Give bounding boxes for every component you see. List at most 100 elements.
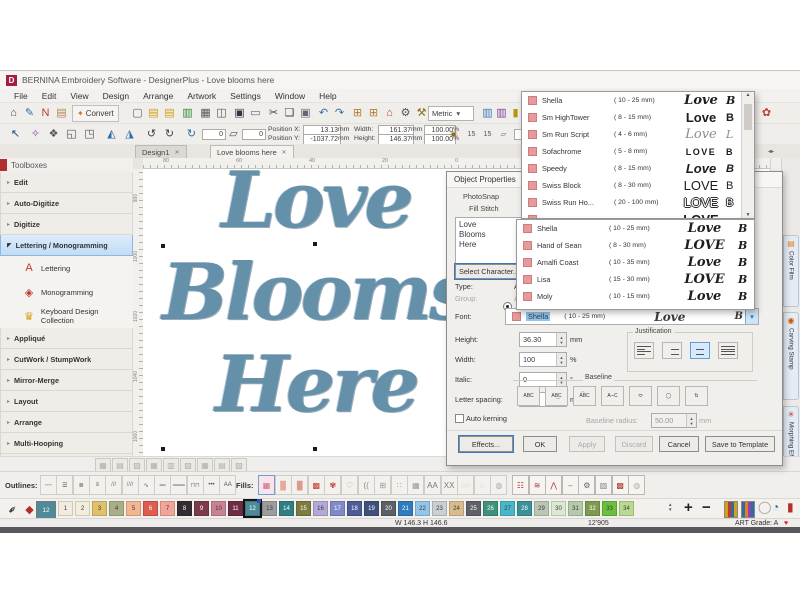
outline-stitch-button[interactable]: AA [219, 475, 236, 495]
embellishment-button[interactable]: – [562, 475, 579, 495]
tab-fill-stitch[interactable]: Fill Stitch [469, 204, 499, 213]
menu-item[interactable]: File [14, 91, 28, 101]
embellishment-button[interactable]: ⚙ [578, 475, 595, 495]
scroll-arrows-icon[interactable]: ◂▸ [768, 148, 774, 155]
hoop-icon[interactable]: ▣ [444, 125, 463, 144]
outline-stitch-button[interactable]: ∿ [138, 475, 155, 495]
free-rotate-icon[interactable]: ↻ [182, 125, 201, 144]
toolbox-section[interactable]: ▸Edit [0, 172, 133, 193]
flower-pot-icon[interactable]: ✿ [757, 104, 776, 123]
pattern-icon[interactable]: ▦ [95, 458, 111, 472]
outline-stitch-button[interactable]: ☰ [56, 475, 73, 495]
font-option[interactable]: Moly ( 10 - 15 mm) Love B [517, 288, 754, 305]
palette-swatch[interactable]: 2 [75, 501, 90, 516]
rotate-ccw45-icon[interactable]: ↺ [142, 125, 161, 144]
skew-tool-icon[interactable]: ▱ [224, 125, 243, 144]
baseline-button[interactable]: ◯ [657, 386, 680, 406]
scroll-up-icon[interactable]: ▲ [746, 92, 751, 98]
palette-swatch[interactable]: 4 [109, 501, 124, 516]
menu-item[interactable]: Settings [230, 91, 261, 101]
baseline-button[interactable]: ⬭ [629, 386, 652, 406]
outline-stitch-button[interactable]: ╌╌ [40, 475, 57, 495]
reshape-tool-icon[interactable]: ❖ [44, 125, 63, 144]
toolbox-tool[interactable]: ♛ Keyboard Design Collection [0, 304, 133, 328]
dock-tab[interactable]: ▤ Color Film [783, 235, 799, 307]
outline-stitch-button[interactable]: ⊓⊓ [187, 475, 204, 495]
baseline-button[interactable]: ABC [517, 386, 540, 406]
palette-swatch[interactable]: 33 [602, 501, 617, 516]
rotate-cw45-icon[interactable]: ↻ [160, 125, 179, 144]
pattern-icon[interactable]: ▥ [163, 458, 179, 472]
scale-up-icon[interactable]: ◳ [80, 125, 99, 144]
palette-swatch[interactable]: 20 [381, 501, 396, 516]
auto-kerning-checkbox[interactable] [455, 414, 464, 423]
hide-colors-icon[interactable]: ◯ [758, 500, 771, 514]
toolbox-section[interactable]: ▸CutWork / StumpWork [0, 349, 133, 370]
font-option[interactable]: Amalfi Coast ( 10 - 35 mm) Love B [517, 254, 754, 271]
fill-stitch-button[interactable]: █ [275, 475, 292, 495]
fill-stitch-button[interactable]: AA [424, 475, 441, 495]
height-input[interactable]: 36.30▲▼ [519, 332, 567, 347]
selection-handle[interactable] [313, 447, 317, 451]
ok-button[interactable]: OK [523, 436, 557, 452]
fill-stitch-button[interactable]: ✾ [324, 475, 341, 495]
palette-swatch[interactable]: 32 [585, 501, 600, 516]
cancel-button[interactable]: Cancel [659, 436, 699, 452]
remove-color-button[interactable]: − [702, 499, 711, 516]
baseline-button[interactable]: A͡BC [573, 386, 596, 406]
outline-stitch-button[interactable]: ▬ [154, 475, 171, 495]
baseline-button[interactable]: AB͜C [545, 386, 568, 406]
palette-swatch[interactable]: 5 [126, 501, 141, 516]
apply-button[interactable]: Apply [569, 436, 605, 452]
font-option[interactable]: Lisa ( 15 - 30 mm) LOVE B [517, 271, 754, 288]
palette-swatch[interactable]: 9 [194, 501, 209, 516]
fill-stitch-button[interactable]: ▩ [308, 475, 325, 495]
outline-stitch-button[interactable]: /// [105, 475, 122, 495]
convert-button[interactable]: ✦ Convert [72, 105, 119, 122]
embellishment-button[interactable]: ⋀ [545, 475, 562, 495]
pattern-icon[interactable]: ▨ [129, 458, 145, 472]
font-option[interactable]: Shella ( 10 - 25 mm) Love B [517, 220, 754, 237]
palette-swatch[interactable]: 26 [483, 501, 498, 516]
add-color-button[interactable]: + [684, 499, 693, 516]
embellishment-button[interactable]: ☷ [512, 475, 529, 495]
select-character-button[interactable]: Select Character... [455, 264, 523, 279]
palette-swatch[interactable]: 30 [551, 501, 566, 516]
current-color-swatch[interactable]: 12 [36, 501, 56, 519]
paste-icon[interactable]: ▣ [296, 104, 315, 123]
fill-stitch-button[interactable]: ◍ [490, 475, 507, 495]
menu-item[interactable]: Help [319, 91, 336, 101]
scale-down-icon[interactable]: ◱ [62, 125, 81, 144]
toolbox-tool[interactable]: A Lettering [0, 256, 133, 280]
embellishment-button[interactable]: ▨ [595, 475, 612, 495]
palette-swatch[interactable]: 10 [211, 501, 226, 516]
width-input[interactable]: 100▲▼ [519, 352, 567, 367]
fill-stitch-button[interactable]: ◌ [474, 475, 491, 495]
pattern-icon[interactable]: ▨ [180, 458, 196, 472]
discard-button[interactable]: Discard [615, 436, 653, 452]
palette-swatch[interactable]: 19 [364, 501, 379, 516]
toolbox-section[interactable]: ▸Multi-Hooping [0, 433, 133, 454]
palette-swatch[interactable]: 13 [262, 501, 277, 516]
palette-swatch[interactable]: 3 [92, 501, 107, 516]
select-tool-icon[interactable]: ↖ [6, 125, 25, 144]
palette-swatch[interactable]: 8 [177, 501, 192, 516]
embellishment-button[interactable]: ◍ [628, 475, 645, 495]
toolbox-section[interactable]: ▸Arrange [0, 412, 133, 433]
justify-full-button[interactable] [718, 342, 738, 359]
fill-stitch-button[interactable]: (( [358, 475, 375, 495]
color-wheel-icon[interactable]: ◔ [772, 500, 779, 514]
effects-button[interactable]: Effects... [459, 436, 513, 452]
palette-swatch[interactable]: 14 [279, 501, 294, 516]
mirror-x-icon[interactable]: ◭ [102, 125, 121, 144]
justify-left-button[interactable] [634, 342, 654, 359]
font-option[interactable]: Swiss Run Ho... ( 20 - 100 mm) LOVE B [522, 194, 742, 211]
palette-swatch[interactable]: 22 [415, 501, 430, 516]
palette-swatch[interactable]: 29 [534, 501, 549, 516]
scrollbar-thumb[interactable] [744, 104, 752, 130]
font-option[interactable]: Shella ( 10 - 25 mm) Love B [522, 92, 742, 109]
menu-item[interactable]: Window [275, 91, 305, 101]
palette-swatch[interactable]: 12 [245, 501, 260, 516]
baseline-button[interactable]: A⌣C [601, 386, 624, 406]
fill-stitch-button[interactable]: ♡ [341, 475, 358, 495]
